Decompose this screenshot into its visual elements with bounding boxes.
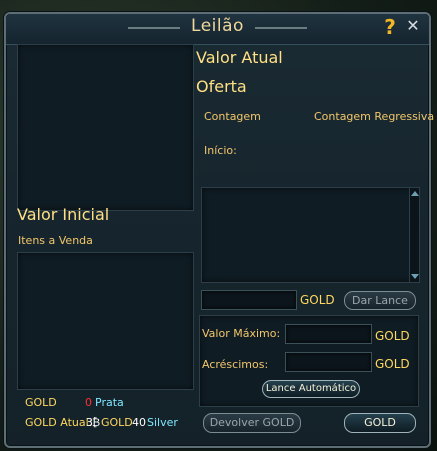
scroll-up-icon[interactable] bbox=[411, 191, 419, 196]
window-title: Leilão bbox=[191, 16, 244, 36]
items-for-sale-label: Itens a Venda bbox=[18, 234, 93, 247]
current-silver-amount: 40 bbox=[132, 416, 146, 429]
gold-label: GOLD bbox=[25, 396, 57, 409]
coin-icon: ₿ bbox=[92, 416, 101, 429]
auto-bid-button[interactable]: Lance Automático bbox=[262, 380, 360, 398]
close-icon[interactable]: ✕ bbox=[405, 18, 421, 34]
max-value-label: Valor Máximo: bbox=[202, 327, 281, 340]
initial-value-label: Valor Inicial bbox=[17, 205, 110, 224]
max-value-input[interactable] bbox=[285, 324, 372, 344]
silver-amount: 0 bbox=[85, 396, 92, 409]
title-ornament-right bbox=[255, 27, 307, 29]
max-value-unit: GOLD bbox=[375, 329, 410, 343]
silver-label: Prata bbox=[95, 396, 124, 409]
bid-gold-input[interactable] bbox=[201, 290, 297, 310]
start-label: Início: bbox=[204, 144, 237, 157]
current-gold-unit: GOLD bbox=[101, 416, 133, 429]
scroll-down-icon[interactable] bbox=[411, 274, 419, 279]
current-silver-label: Silver bbox=[147, 416, 178, 429]
bid-gold-unit: GOLD bbox=[300, 293, 335, 307]
increment-label: Acréscimos: bbox=[202, 358, 269, 371]
log-scrollbar[interactable] bbox=[409, 188, 419, 282]
bid-label: Oferta bbox=[196, 77, 247, 96]
auction-window: Leilão ? ✕ Valor Inicial Itens a Venda G… bbox=[4, 12, 435, 448]
items-for-sale-list[interactable] bbox=[17, 252, 194, 390]
item-preview-panel bbox=[17, 44, 194, 211]
bid-button[interactable]: Dar Lance bbox=[344, 291, 416, 310]
title-bar[interactable]: Leilão ? ✕ bbox=[6, 14, 429, 45]
count-label: Contagem bbox=[204, 110, 261, 123]
increment-input[interactable] bbox=[285, 352, 372, 372]
countdown-label: Contagem Regressiva bbox=[314, 110, 435, 123]
help-icon[interactable]: ? bbox=[381, 15, 399, 39]
return-gold-button[interactable]: Devolver GOLD bbox=[203, 413, 301, 433]
gold-button[interactable]: GOLD bbox=[344, 413, 416, 433]
current-value-label: Valor Atual bbox=[196, 48, 283, 67]
current-gold-label: GOLD Atual: bbox=[25, 416, 93, 429]
increment-unit: GOLD bbox=[375, 357, 410, 371]
auction-log[interactable] bbox=[201, 187, 420, 283]
